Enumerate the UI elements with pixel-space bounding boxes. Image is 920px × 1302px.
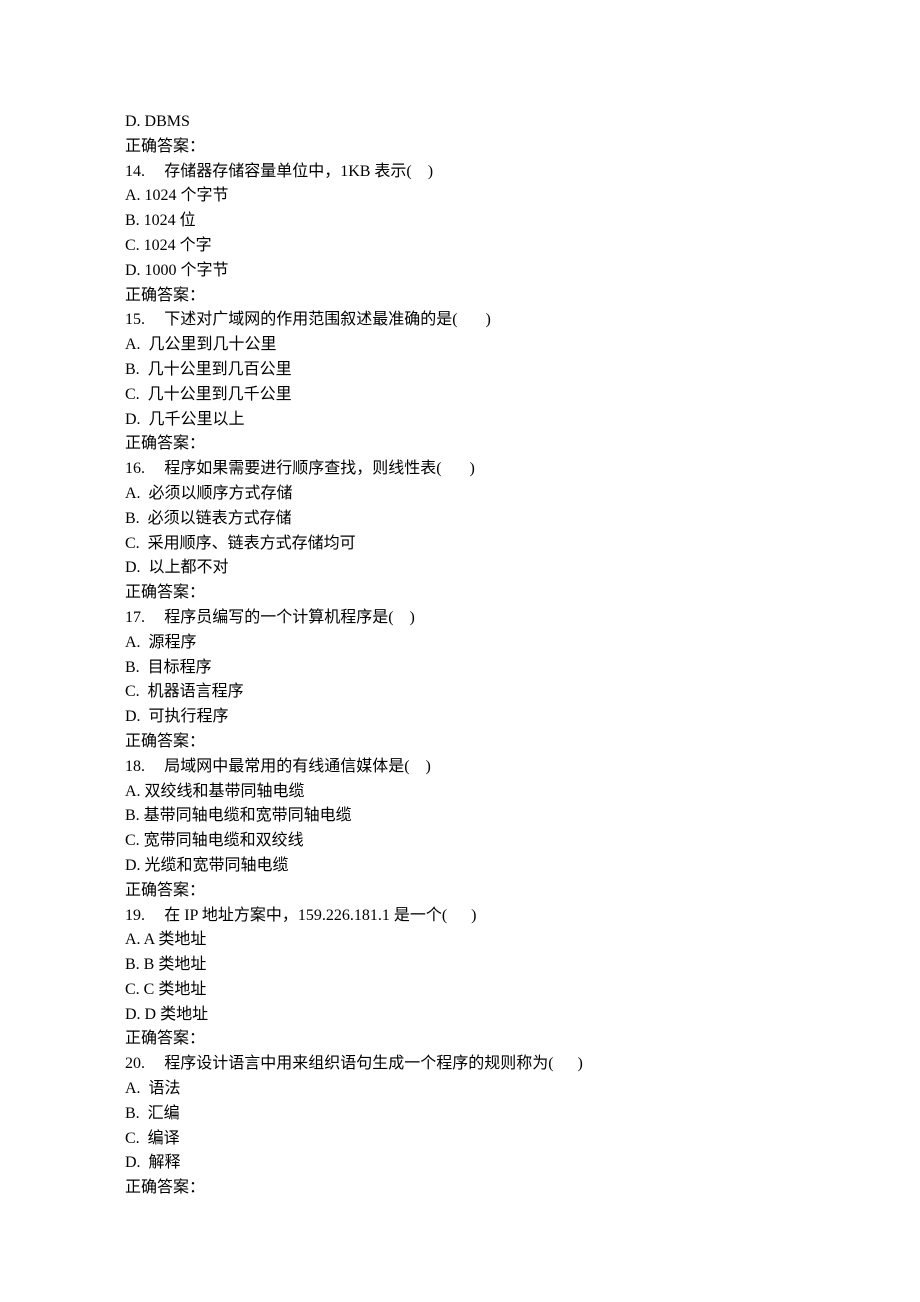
question-prompt: 20. 程序设计语言中用来组织语句生成一个程序的规则称为( ) — [125, 1052, 860, 1077]
answer-label: 正确答案： — [125, 1179, 205, 1196]
question-prompt: 15. 下述对广域网的作用范围叙述最准确的是( ) — [125, 308, 860, 333]
option-b: B. B 类地址 — [125, 953, 860, 978]
answer-line: 正确答案： — [125, 879, 860, 904]
option-d: D. 以上都不对 — [125, 556, 860, 581]
orphan-option: D. DBMS — [125, 110, 860, 135]
option-c: C. 几十公里到几千公里 — [125, 383, 860, 408]
option-c: C. 机器语言程序 — [125, 680, 860, 705]
question-prompt: 17. 程序员编写的一个计算机程序是( ) — [125, 606, 860, 631]
question-text: 在 IP 地址方案中，159.226.181.1 是一个( ) — [164, 907, 476, 924]
question-number: 14. — [125, 163, 145, 180]
option-a: A. 双绞线和基带同轴电缆 — [125, 780, 860, 805]
question-prompt: 19. 在 IP 地址方案中，159.226.181.1 是一个( ) — [125, 904, 860, 929]
question-number: 16. — [125, 460, 145, 477]
option-a: A. 必须以顺序方式存储 — [125, 482, 860, 507]
question-number: 19. — [125, 907, 145, 924]
page: D. DBMS 正确答案： 14. 存储器存储容量单位中，1KB 表示( ) A.… — [0, 0, 920, 1302]
option-b: B. 必须以链表方式存储 — [125, 507, 860, 532]
option-b: B. 汇编 — [125, 1102, 860, 1127]
question-prompt: 14. 存储器存储容量单位中，1KB 表示( ) — [125, 160, 860, 185]
question-number: 20. — [125, 1055, 145, 1072]
option-b: B. 1024 位 — [125, 209, 860, 234]
option-d: D. 1000 个字节 — [125, 259, 860, 284]
answer-label: 正确答案： — [125, 584, 205, 601]
option-b: B. 目标程序 — [125, 656, 860, 681]
option-d: D. 光缆和宽带同轴电缆 — [125, 854, 860, 879]
option-c: C. 宽带同轴电缆和双绞线 — [125, 829, 860, 854]
option-a: A. 几公里到几十公里 — [125, 333, 860, 358]
option-c: C. 采用顺序、链表方式存储均可 — [125, 532, 860, 557]
answer-label: 正确答案： — [125, 1030, 205, 1047]
option-a: A. 1024 个字节 — [125, 184, 860, 209]
option-d: D. 几千公里以上 — [125, 408, 860, 433]
question-text: 存储器存储容量单位中，1KB 表示( ) — [164, 163, 433, 180]
option-b: B. 基带同轴电缆和宽带同轴电缆 — [125, 804, 860, 829]
answer-label: 正确答案： — [125, 733, 205, 750]
option-c: C. C 类地址 — [125, 978, 860, 1003]
question-prompt: 16. 程序如果需要进行顺序查找，则线性表( ) — [125, 457, 860, 482]
answer-line: 正确答案： — [125, 1027, 860, 1052]
option-d: D. 解释 — [125, 1151, 860, 1176]
option-a: A. 源程序 — [125, 631, 860, 656]
option-a: A. 语法 — [125, 1077, 860, 1102]
option-c: C. 1024 个字 — [125, 234, 860, 259]
answer-label: 正确答案： — [125, 287, 205, 304]
answer-label: 正确答案： — [125, 882, 205, 899]
question-text: 局域网中最常用的有线通信媒体是( ) — [164, 758, 431, 775]
question-text: 程序如果需要进行顺序查找，则线性表( ) — [164, 460, 475, 477]
option-d: D. D 类地址 — [125, 1003, 860, 1028]
answer-line: 正确答案： — [125, 730, 860, 755]
option-d: D. 可执行程序 — [125, 705, 860, 730]
answer-line: 正确答案： — [125, 1176, 860, 1201]
question-number: 15. — [125, 311, 145, 328]
question-number: 18. — [125, 758, 145, 775]
answer-line: 正确答案： — [125, 284, 860, 309]
answer-line: 正确答案： — [125, 135, 860, 160]
answer-label: 正确答案： — [125, 435, 205, 452]
question-number: 17. — [125, 609, 145, 626]
question-prompt: 18. 局域网中最常用的有线通信媒体是( ) — [125, 755, 860, 780]
question-text: 程序员编写的一个计算机程序是( ) — [164, 609, 415, 626]
option-c: C. 编译 — [125, 1127, 860, 1152]
answer-line: 正确答案： — [125, 581, 860, 606]
question-text: 程序设计语言中用来组织语句生成一个程序的规则称为( ) — [164, 1055, 583, 1072]
option-a: A. A 类地址 — [125, 928, 860, 953]
option-b: B. 几十公里到几百公里 — [125, 358, 860, 383]
answer-line: 正确答案： — [125, 432, 860, 457]
question-text: 下述对广域网的作用范围叙述最准确的是( ) — [164, 311, 491, 328]
